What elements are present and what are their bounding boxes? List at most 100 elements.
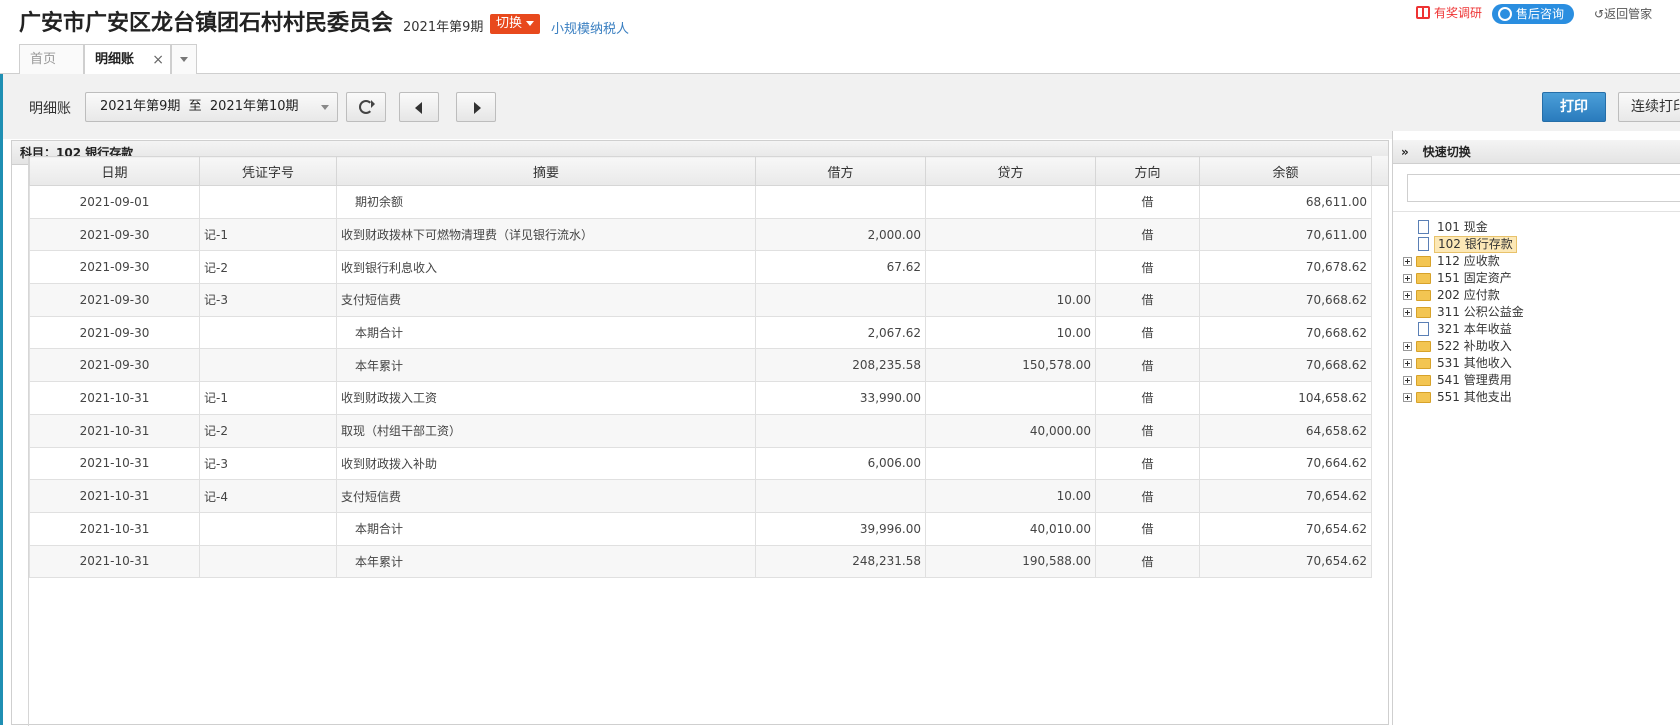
period-range-select[interactable]: 2021年第9期 至 2021年第10期 bbox=[85, 92, 338, 122]
summary-cell: 取现（村组干部工资） bbox=[336, 413, 756, 448]
voucher-cell bbox=[199, 544, 337, 579]
continuous-print-button[interactable]: 连续打印 bbox=[1618, 92, 1680, 122]
date-cell: 2021-10-31 bbox=[29, 446, 200, 481]
debit-cell bbox=[755, 283, 926, 317]
table-row[interactable]: 2021-10-31 记-2 取现（村组干部工资） 40,000.00 借 64,658.… bbox=[29, 413, 1372, 448]
balance-cell: 70,678.62 bbox=[1199, 250, 1372, 285]
direction-cell: 借 bbox=[1095, 381, 1200, 415]
credit-cell: 40,000.00 bbox=[925, 413, 1096, 448]
tree-item-label: 101 现金 bbox=[1437, 220, 1488, 234]
back-label: 返回管家 bbox=[1604, 7, 1653, 21]
column-header-summary[interactable]: 摘要 bbox=[336, 156, 756, 186]
quick-switch-title: 快速切换 bbox=[1422, 145, 1471, 159]
credit-cell bbox=[925, 381, 1096, 415]
tree-item-label: 522 补助收入 bbox=[1437, 339, 1512, 353]
collapse-chevron-icon[interactable]: » bbox=[1401, 145, 1409, 159]
table-row[interactable]: 2021-09-30 本期合计 2,067.62 10.00 借 70,668.62 bbox=[29, 315, 1372, 350]
tab-more-dropdown[interactable] bbox=[171, 44, 197, 74]
folder-icon bbox=[1416, 273, 1431, 284]
date-cell: 2021-10-31 bbox=[29, 381, 200, 415]
column-header-voucher[interactable]: 凭证字号 bbox=[199, 156, 337, 186]
next-button[interactable] bbox=[456, 92, 496, 122]
support-button[interactable]: 售后咨询 bbox=[1492, 4, 1575, 24]
tree-item-label: 202 应付款 bbox=[1437, 288, 1500, 302]
period-switch-button[interactable]: 切换 bbox=[490, 14, 541, 34]
ledger-table: 日期 凭证字号 摘要 借方 贷方 方向 余额 2021-09-01 期初余额借 68… bbox=[29, 156, 1372, 579]
summary-cell: 本期合计 bbox=[336, 511, 756, 546]
debit-cell: 67.62 bbox=[755, 250, 926, 285]
app-header: 广安市广安区龙台镇团石村村民委员会 2021年第9期 切换 小规模纳税人 有奖调… bbox=[0, 0, 1680, 75]
voucher-cell: 记-1 bbox=[199, 381, 337, 415]
close-icon[interactable]: × bbox=[152, 45, 164, 75]
voucher-cell bbox=[199, 511, 337, 546]
table-row[interactable]: 2021-09-30 记-3 支付短信费 10.00 借 70,668.62 bbox=[29, 283, 1372, 317]
expand-plus-icon[interactable] bbox=[1403, 342, 1412, 351]
expand-plus-icon[interactable] bbox=[1403, 308, 1412, 317]
summary-cell: 收到银行利息收入 bbox=[336, 250, 756, 285]
credit-cell bbox=[925, 185, 1096, 219]
switch-label: 切换 bbox=[496, 16, 523, 31]
ledger-grid: 日期 凭证字号 摘要 借方 贷方 方向 余额 2021-09-01 期初余额借 68… bbox=[28, 156, 1388, 726]
previous-button[interactable] bbox=[399, 92, 439, 122]
table-row[interactable]: 2021-10-31 记-1 收到财政拨入工资 33,990.00 借 104,658.6… bbox=[29, 381, 1372, 415]
toolbar-label: 明细账 bbox=[29, 101, 71, 117]
ledger-panel: 科目：102 银行存款 日期 凭证字号 摘要 借方 贷方 方向 余额 2021-… bbox=[11, 140, 1389, 726]
column-header-credit[interactable]: 贷方 bbox=[925, 156, 1096, 186]
expand-plus-icon[interactable] bbox=[1403, 359, 1412, 368]
debit-cell: 248,231.58 bbox=[755, 544, 926, 579]
debit-cell: 39,996.00 bbox=[755, 511, 926, 546]
table-row[interactable]: 2021-09-30 记-2 收到银行利息收入 67.62 借 70,678.62 bbox=[29, 250, 1372, 285]
quick-switch-search-input[interactable] bbox=[1407, 174, 1680, 202]
divider bbox=[1393, 211, 1680, 212]
date-cell: 2021-10-31 bbox=[29, 544, 200, 579]
balance-cell: 64,658.62 bbox=[1199, 413, 1372, 448]
expand-plus-icon[interactable] bbox=[1403, 274, 1412, 283]
caret-down-icon bbox=[321, 105, 329, 110]
table-row[interactable]: 2021-10-31 记-3 收到财政拨入补助 6,006.00 借 70,664.62 bbox=[29, 446, 1372, 481]
support-icon bbox=[1498, 7, 1512, 21]
expand-plus-icon[interactable] bbox=[1403, 291, 1412, 300]
company-name: 广安市广安区龙台镇团石村村民委员会 bbox=[19, 11, 394, 36]
credit-cell: 10.00 bbox=[925, 315, 1096, 350]
tab-home[interactable]: 首页 bbox=[19, 44, 84, 74]
tab-detail-ledger[interactable]: 明细账 × bbox=[84, 44, 171, 75]
quick-switch-header[interactable]: » 快速切换 bbox=[1393, 140, 1680, 164]
balance-cell: 70,668.62 bbox=[1199, 315, 1372, 350]
expand-plus-icon[interactable] bbox=[1403, 376, 1412, 385]
column-header-date[interactable]: 日期 bbox=[29, 156, 200, 186]
table-row[interactable]: 2021-10-31 本期合计 39,996.00 40,010.00 借 70,654.… bbox=[29, 511, 1372, 546]
print-button[interactable]: 打印 bbox=[1542, 92, 1606, 122]
date-cell: 2021-09-30 bbox=[29, 315, 200, 350]
folder-icon bbox=[1416, 256, 1431, 267]
direction-cell: 借 bbox=[1095, 413, 1200, 448]
table-row[interactable]: 2021-09-30 记-1 收到财政拨林下可燃物清理费（详见银行流水） 2,000.… bbox=[29, 217, 1372, 252]
balance-cell: 70,668.62 bbox=[1199, 348, 1372, 383]
folder-icon bbox=[1416, 358, 1431, 369]
table-row[interactable]: 2021-09-01 期初余额 借 68,611.00 bbox=[29, 185, 1372, 219]
table-row[interactable]: 2021-09-30 本年累计 208,235.58 150,578.00 借 70,66… bbox=[29, 348, 1372, 383]
expand-plus-icon[interactable] bbox=[1403, 393, 1412, 402]
table-row[interactable]: 2021-10-31 记-4 支付短信费 10.00 借 70,654.62 bbox=[29, 479, 1372, 513]
balance-cell: 68,611.00 bbox=[1199, 185, 1372, 219]
current-period: 2021年第9期 bbox=[403, 20, 484, 35]
balance-cell: 70,654.62 bbox=[1199, 479, 1372, 513]
voucher-cell: 记-2 bbox=[199, 250, 337, 285]
summary-cell: 支付短信费 bbox=[336, 479, 756, 513]
refresh-button[interactable] bbox=[346, 92, 386, 122]
back-to-manager-link[interactable]: ↺返回管家 bbox=[1594, 5, 1652, 22]
direction-cell: 借 bbox=[1095, 315, 1200, 350]
taxpayer-type-link[interactable]: 小规模纳税人 bbox=[551, 18, 629, 37]
credit-cell: 10.00 bbox=[925, 283, 1096, 317]
survey-link[interactable]: 有奖调研 bbox=[1416, 4, 1482, 21]
voucher-cell: 记-3 bbox=[199, 283, 337, 317]
date-cell: 2021-10-31 bbox=[29, 479, 200, 513]
column-header-balance[interactable]: 余额 bbox=[1199, 156, 1372, 186]
column-header-debit[interactable]: 借方 bbox=[755, 156, 926, 186]
date-cell: 2021-09-30 bbox=[29, 250, 200, 285]
table-row[interactable]: 2021-10-31 本年累计 248,231.58 190,588.00 借 70,65… bbox=[29, 544, 1372, 579]
expand-plus-icon[interactable] bbox=[1403, 257, 1412, 266]
folder-icon bbox=[1416, 392, 1431, 403]
triangle-right-icon bbox=[474, 102, 481, 114]
column-header-direction[interactable]: 方向 bbox=[1095, 156, 1200, 186]
table-header-row: 日期 凭证字号 摘要 借方 贷方 方向 余额 bbox=[29, 156, 1372, 186]
